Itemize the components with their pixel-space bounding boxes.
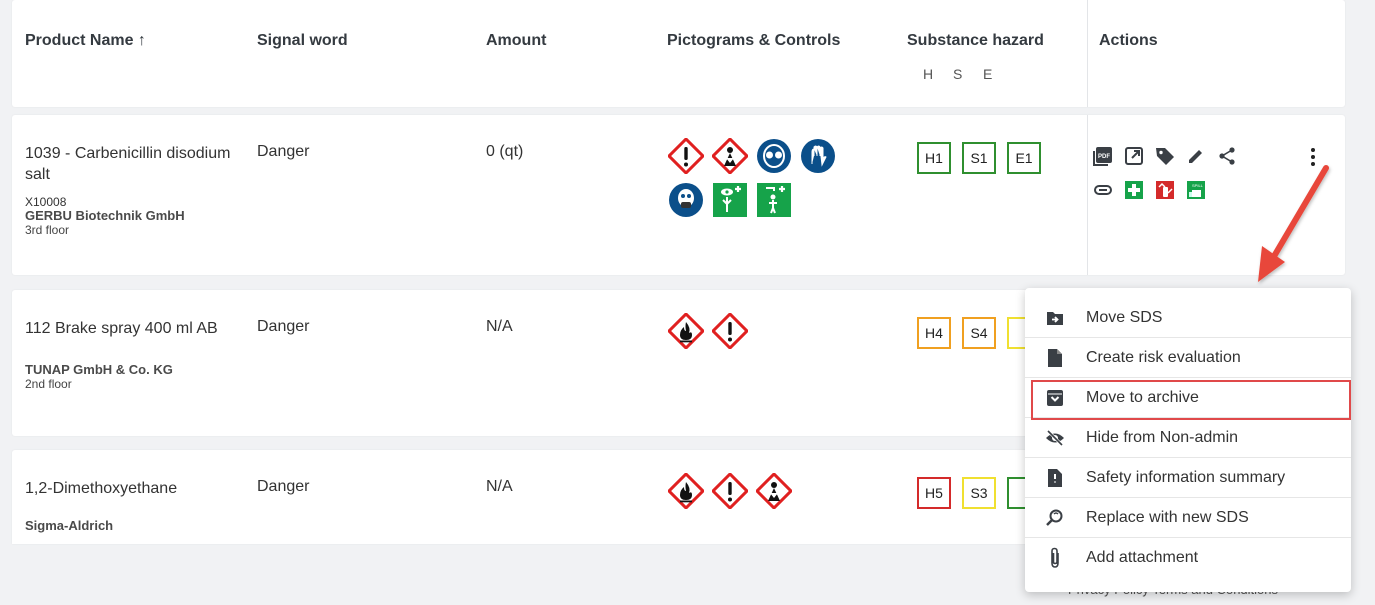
column-pictograms: Pictograms & Controls	[667, 32, 841, 49]
eye-off-icon	[1044, 427, 1066, 449]
pdf-icon[interactable]: PDF	[1091, 144, 1115, 168]
hazard-s-badge: S1	[962, 142, 996, 174]
amount: 0 (qt)	[486, 143, 524, 160]
exclamation-mark-pictogram	[711, 312, 749, 350]
supplier-name: GERBU Biotechnik GmbH	[25, 208, 185, 223]
column-amount: Amount	[486, 32, 547, 49]
exclamation-mark-pictogram	[667, 137, 705, 175]
health-hazard-pictogram	[755, 472, 793, 510]
archive-icon	[1044, 387, 1066, 409]
summary-doc-icon	[1044, 467, 1066, 489]
open-external-icon[interactable]	[1122, 144, 1146, 168]
signal-word: Danger	[257, 318, 310, 335]
pictograms	[667, 137, 877, 219]
column-divider	[1087, 0, 1088, 107]
product-cell: 1039 - Carbenicillin disodium salt X1000…	[25, 143, 240, 237]
share-icon[interactable]	[1215, 144, 1239, 168]
tag-icon[interactable]	[1153, 144, 1177, 168]
column-substance-hazard: Substance hazard	[907, 32, 1044, 49]
hazard-h-label: H	[923, 66, 934, 82]
replace-search-icon	[1044, 507, 1066, 529]
pictograms	[667, 312, 877, 350]
product-name[interactable]: 1039 - Carbenicillin disodium salt	[25, 143, 240, 185]
menu-item-safety-information-summary[interactable]: Safety information summary	[1025, 458, 1351, 498]
menu-item-label: Create risk evaluation	[1086, 348, 1241, 366]
product-cell: 112 Brake spray 400 ml AB TUNAP GmbH & C…	[25, 318, 240, 391]
attachment-icon[interactable]	[1091, 178, 1115, 202]
column-actions: Actions	[1099, 32, 1158, 49]
flammable-pictogram	[667, 472, 705, 510]
menu-item-add-attachment[interactable]: Add attachment	[1025, 538, 1351, 578]
context-menu: Move SDS Create risk evaluation Move to …	[1025, 288, 1351, 592]
sort-ascending-icon[interactable]: ↑	[138, 32, 146, 49]
hazard-s-label: S	[953, 66, 963, 82]
column-product-name[interactable]: Product Name ↑	[25, 32, 240, 50]
amount: N/A	[486, 478, 513, 495]
signal-word: Danger	[257, 478, 310, 495]
menu-item-move-to-archive[interactable]: Move to archive	[1025, 378, 1351, 418]
product-code: X10008	[25, 195, 67, 209]
menu-item-replace-with-new-sds[interactable]: Replace with new SDS	[1025, 498, 1351, 538]
svg-text:SPILL: SPILL	[1192, 183, 1204, 188]
hazard-h-badge: H5	[917, 477, 951, 509]
menu-item-label: Hide from Non-admin	[1086, 428, 1239, 446]
health-hazard-pictogram	[711, 137, 749, 175]
supplier-name: Sigma-Aldrich	[25, 518, 114, 533]
column-divider	[1087, 115, 1088, 275]
table-header: Product Name ↑ Signal word Amount Pictog…	[12, 0, 1345, 107]
product-name[interactable]: 112 Brake spray 400 ml AB	[25, 318, 240, 339]
fire-extinguisher-icon[interactable]	[1153, 178, 1177, 202]
supplier-name: TUNAP GmbH & Co. KG	[25, 362, 173, 377]
paperclip-icon	[1044, 547, 1066, 569]
annotation-arrow	[1258, 165, 1329, 282]
menu-item-create-risk-evaluation[interactable]: Create risk evaluation	[1025, 338, 1351, 378]
eye-protection-icon	[755, 137, 793, 175]
first-aid-icon[interactable]	[1122, 178, 1146, 202]
hazard-levels: H1 S1 E1	[917, 142, 1041, 174]
menu-item-label: Add attachment	[1086, 549, 1199, 566]
svg-text:PDF: PDF	[1098, 154, 1110, 160]
hand-protection-icon	[799, 137, 837, 175]
menu-item-label: Replace with new SDS	[1086, 508, 1249, 526]
product-name[interactable]: 1,2-Dimethoxyethane	[25, 478, 240, 499]
hazard-s-badge: S3	[962, 477, 996, 509]
location: 2nd floor	[25, 377, 72, 391]
menu-item-label: Safety information summary	[1086, 468, 1286, 486]
hazard-h-badge: H1	[917, 142, 951, 174]
menu-item-label: Move to archive	[1086, 388, 1199, 406]
safety-shower-icon	[755, 181, 793, 219]
product-name-header-label: Product Name	[25, 32, 134, 49]
flammable-pictogram	[667, 312, 705, 350]
respiratory-protection-icon	[667, 181, 705, 219]
exclamation-mark-pictogram	[711, 472, 749, 510]
edit-icon[interactable]	[1184, 144, 1208, 168]
document-icon	[1044, 347, 1066, 369]
location: 3rd floor	[25, 223, 70, 237]
table-row[interactable]: 1039 - Carbenicillin disodium salt X1000…	[12, 115, 1345, 275]
amount: N/A	[486, 318, 513, 335]
signal-word: Danger	[257, 143, 310, 160]
hazard-s-badge: S4	[962, 317, 996, 349]
hazard-subheader: HSE	[923, 66, 1013, 82]
hazard-e-badge: E1	[1007, 142, 1041, 174]
menu-item-label: Move SDS	[1086, 308, 1163, 326]
menu-item-hide-from-non-admin[interactable]: Hide from Non-admin	[1025, 418, 1351, 458]
hazard-levels: H4 S4	[917, 317, 1041, 349]
eyewash-station-icon	[711, 181, 749, 219]
column-signal-word: Signal word	[257, 32, 348, 49]
hazard-levels: H5 S3	[917, 477, 1041, 509]
row-actions: PDF SPILL	[1091, 144, 1246, 202]
product-cell: 1,2-Dimethoxyethane Sigma-Aldrich	[25, 478, 240, 533]
hazard-h-badge: H4	[917, 317, 951, 349]
hazard-e-label: E	[983, 66, 993, 82]
spill-kit-icon[interactable]: SPILL	[1184, 178, 1208, 202]
menu-item-move-sds[interactable]: Move SDS	[1025, 298, 1351, 338]
folder-move-icon	[1044, 307, 1066, 329]
pictograms	[667, 472, 817, 510]
